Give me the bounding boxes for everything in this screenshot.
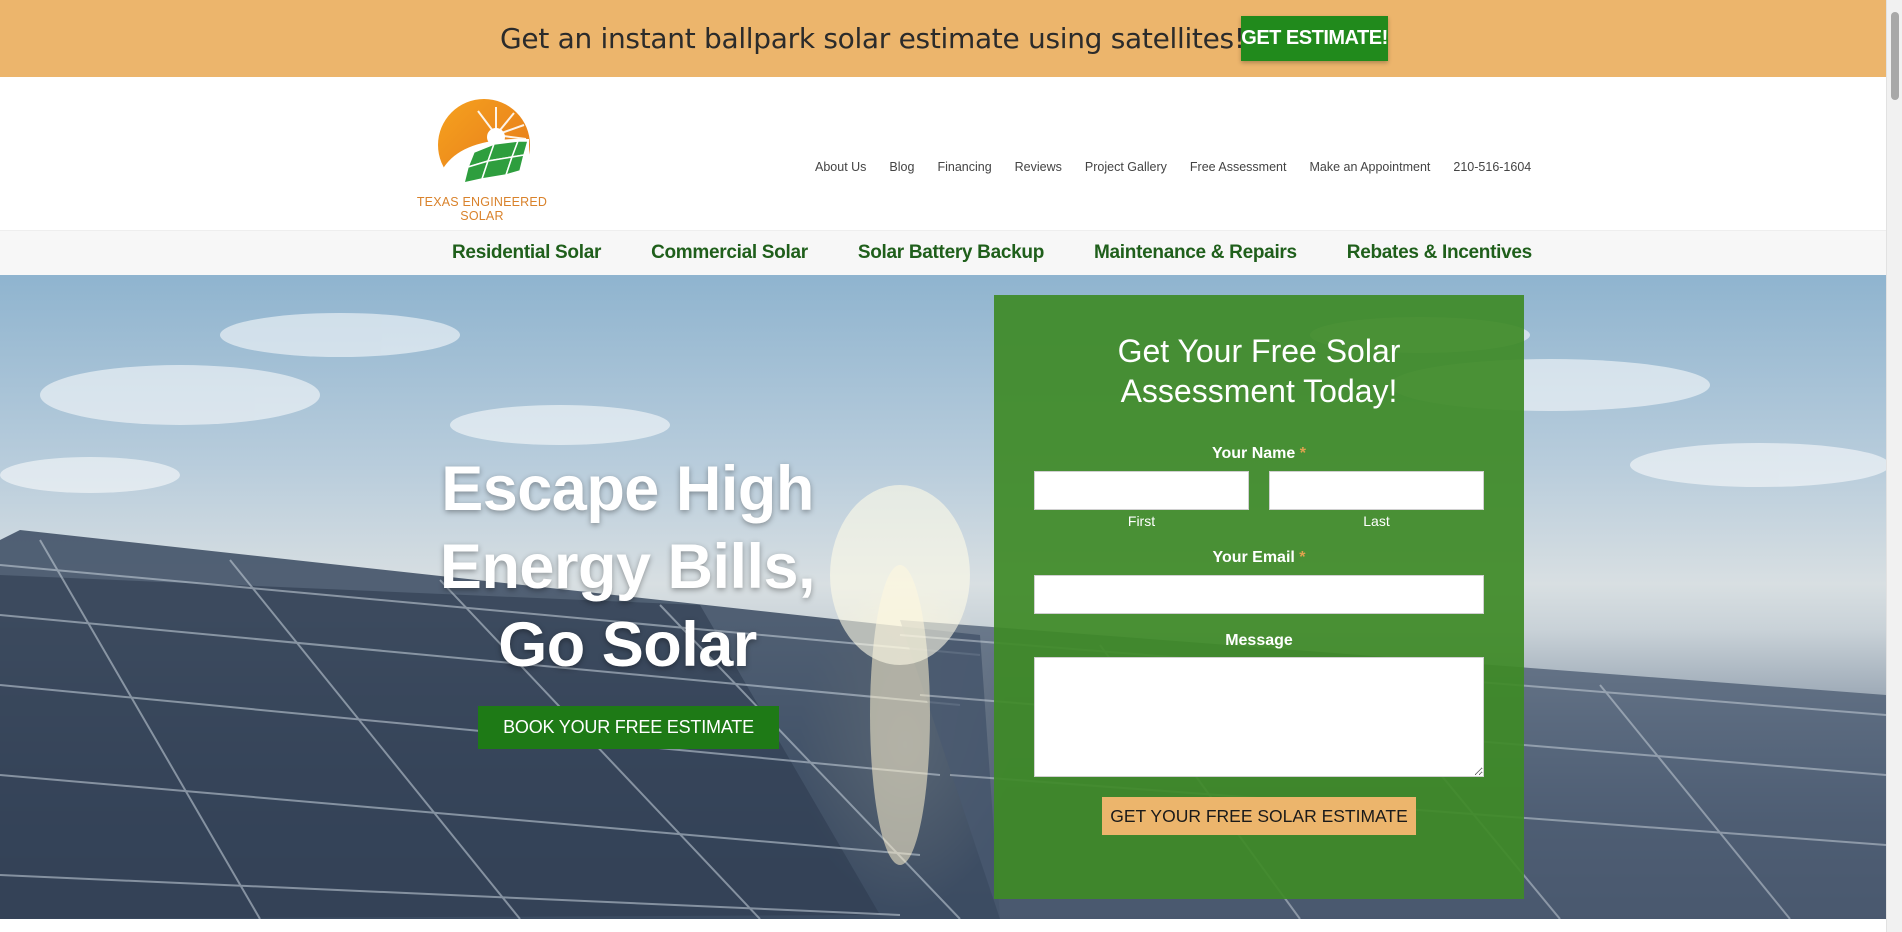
form-title-line-1: Get Your Free Solar	[1117, 333, 1401, 369]
nav-rebates-incentives[interactable]: Rebates & Incentives	[1347, 242, 1532, 264]
email-field-label: Your Email *	[994, 549, 1524, 567]
message-textarea[interactable]	[1034, 657, 1484, 777]
top-nav: About Us Blog Financing Reviews Project …	[815, 160, 1554, 174]
last-name-input[interactable]	[1269, 471, 1484, 510]
site-logo[interactable]: TEXAS ENGINEERED SOLAR	[404, 97, 560, 223]
hero-headline: Escape High Energy Bills, Go Solar	[395, 450, 860, 684]
nav-residential-solar[interactable]: Residential Solar	[452, 242, 601, 264]
name-field-label: Your Name *	[994, 445, 1524, 463]
sun-solar-panel-logo-icon	[438, 99, 530, 193]
get-estimate-button[interactable]: GET ESTIMATE!	[1241, 16, 1388, 61]
site-header	[0, 77, 1886, 230]
nav-blog[interactable]: Blog	[889, 160, 914, 174]
nav-project-gallery[interactable]: Project Gallery	[1085, 160, 1167, 174]
hero-headline-line-2: Energy Bills,	[439, 532, 816, 602]
logo-text: TEXAS ENGINEERED SOLAR	[416, 195, 548, 223]
promo-banner: Get an instant ballpark solar estimate u…	[0, 0, 1886, 77]
nav-reviews[interactable]: Reviews	[1015, 160, 1062, 174]
nav-financing[interactable]: Financing	[937, 160, 991, 174]
solar-panels-background	[0, 313, 1886, 919]
required-asterisk: *	[1299, 549, 1306, 566]
email-input[interactable]	[1034, 575, 1484, 614]
name-label-text: Your Name	[1212, 445, 1296, 462]
first-name-input[interactable]	[1034, 471, 1249, 510]
message-field-label: Message	[1225, 632, 1293, 649]
book-free-estimate-button[interactable]: BOOK YOUR FREE ESTIMATE	[478, 706, 779, 749]
nav-commercial-solar[interactable]: Commercial Solar	[651, 242, 808, 264]
nav-maintenance-repairs[interactable]: Maintenance & Repairs	[1094, 242, 1297, 264]
scrollbar-thumb[interactable]	[1891, 12, 1899, 100]
nav-solar-battery-backup[interactable]: Solar Battery Backup	[858, 242, 1044, 264]
services-nav: Residential Solar Commercial Solar Solar…	[0, 230, 1886, 275]
form-title: Get Your Free Solar Assessment Today!	[994, 331, 1524, 411]
first-name-sublabel: First	[1127, 513, 1156, 529]
hero-headline-line-1: Escape High	[441, 454, 814, 524]
promo-text: Get an instant ballpark solar estimate u…	[500, 22, 1245, 55]
nav-free-assessment[interactable]: Free Assessment	[1190, 160, 1287, 174]
nav-about-us[interactable]: About Us	[815, 160, 866, 174]
page-bottom-strip	[0, 919, 1886, 932]
get-free-solar-estimate-button[interactable]: GET YOUR FREE SOLAR ESTIMATE	[1102, 797, 1416, 835]
email-label-text: Your Email	[1212, 549, 1295, 566]
required-asterisk: *	[1299, 445, 1306, 462]
page-scrollbar[interactable]	[1886, 0, 1902, 932]
nav-phone-link[interactable]: 210-516-1604	[1453, 160, 1531, 174]
last-name-sublabel: Last	[1363, 513, 1390, 529]
nav-make-appointment[interactable]: Make an Appointment	[1309, 160, 1430, 174]
hero-headline-line-3: Go Solar	[498, 610, 757, 680]
form-title-line-2: Assessment Today!	[1120, 373, 1398, 409]
assessment-form: Get Your Free Solar Assessment Today! Yo…	[994, 295, 1524, 899]
hero-section: Escape High Energy Bills, Go Solar BOOK …	[0, 275, 1886, 919]
